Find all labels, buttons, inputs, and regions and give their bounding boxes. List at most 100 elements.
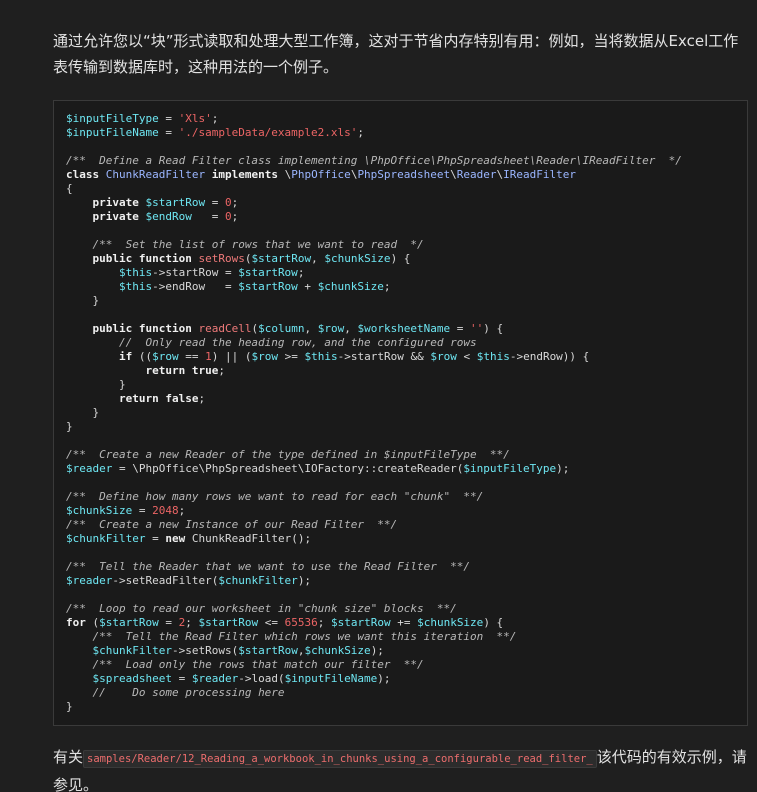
code-listing[interactable]: $inputFileType = 'Xls'; $inputFileName = … <box>66 112 735 714</box>
code-token: public <box>92 322 133 335</box>
code-token: 1 <box>205 350 212 363</box>
code-token: /** Tell the Read Filter which rows we w… <box>92 630 517 643</box>
code-token: true <box>191 364 219 377</box>
code-token: 65536 <box>284 616 318 629</box>
code-token: , <box>344 322 358 335</box>
code-line: /** Define a Read Filter class implement… <box>66 154 735 168</box>
code-line: // Do some processing here <box>66 686 735 700</box>
code-line: return true; <box>66 364 735 378</box>
code-token: ) || ( <box>211 350 252 363</box>
code-token: } <box>66 420 73 433</box>
code-token: = <box>158 616 179 629</box>
code-line: $inputFileName = './sampleData/example2.… <box>66 126 735 140</box>
sample-path-code[interactable]: samples/Reader/12_Reading_a_workbook_in_… <box>83 750 597 768</box>
code-token: ; <box>185 616 199 629</box>
code-line: class ChunkReadFilter implements \PhpOff… <box>66 168 735 182</box>
code-token: readCell <box>198 322 252 335</box>
code-token: ; <box>231 196 239 209</box>
code-line: { <box>66 182 735 196</box>
intro-paragraph: 通过允许您以“块”形式读取和处理大型工作簿，这对于节省内存特别有用：例如，当将数… <box>53 32 739 76</box>
reference-paragraph: 有关 samples/Reader/12_Reading_a_workbook_i… <box>53 744 748 792</box>
code-token: } <box>66 378 126 391</box>
code-token: ; <box>357 126 365 139</box>
code-token: $startRow <box>145 196 206 209</box>
code-line: } <box>66 294 735 308</box>
code-line: /** Create a new Instance of our Read Fi… <box>66 518 735 532</box>
code-token: return <box>145 364 186 377</box>
code-token: \ <box>277 168 292 181</box>
code-line: $spreadsheet = $reader->load($inputFileN… <box>66 672 735 686</box>
reference-text-before: 有关 <box>53 748 84 766</box>
code-token: = <box>158 112 179 125</box>
code-token: $startRow <box>198 616 259 629</box>
code-token: $inputFileType <box>66 112 159 125</box>
code-token: /** Set the list of rows that we want to… <box>92 238 424 251</box>
code-token: ) { <box>483 322 504 335</box>
code-token: = <box>158 126 179 139</box>
code-line: $this->endRow = $startRow + $chunkSize; <box>66 280 735 294</box>
code-token: $row <box>251 350 278 363</box>
code-token: $chunkSize <box>417 616 484 629</box>
code-token: ->endRow = <box>152 280 239 293</box>
code-token: private <box>92 196 139 209</box>
code-token: $row <box>430 350 457 363</box>
code-token: /** Create a new Reader of the type defi… <box>66 448 510 461</box>
code-token: ); <box>370 644 384 657</box>
code-token: PhpSpreadsheet <box>357 168 451 181</box>
code-token: // Only read the heading row, and the co… <box>118 336 477 349</box>
code-token: $reader <box>66 574 113 587</box>
code-line: private $startRow = 0; <box>66 196 735 210</box>
code-token: $chunkSize <box>317 280 384 293</box>
code-line: $reader = \PhpOffice\PhpSpreadsheet\IOFa… <box>66 462 735 476</box>
code-token: $column <box>258 322 305 335</box>
code-token: $inputFileType <box>463 462 557 475</box>
code-line: $chunkFilter->setRows($startRow,$chunkSi… <box>66 644 735 658</box>
code-token: if <box>118 350 133 363</box>
code-line: for ($startRow = 2; $startRow <= 65536; … <box>66 616 735 630</box>
code-token: ->load( <box>238 672 285 685</box>
code-token: \ <box>450 168 457 181</box>
code-token: $chunkSize <box>304 644 371 657</box>
code-token: $startRow <box>330 616 391 629</box>
code-block[interactable]: $inputFileType = 'Xls'; $inputFileName = … <box>53 100 748 726</box>
code-token: PhpOffice <box>291 168 351 181</box>
code-token: './sampleData/example2.xls' <box>178 126 358 139</box>
code-token: $this <box>118 280 153 293</box>
code-token: $chunkFilter <box>218 574 298 587</box>
code-token: IReadFilter <box>503 168 577 181</box>
code-line: public function setRows($startRow, $chun… <box>66 252 735 266</box>
code-line: /** Tell the Reader that we want to use … <box>66 560 735 574</box>
code-token: /** Define a Read Filter class implement… <box>66 154 682 167</box>
code-token: ; <box>231 210 239 223</box>
code-line: /** Create a new Reader of the type defi… <box>66 448 735 462</box>
code-token: $inputFileName <box>66 126 159 139</box>
code-token: += <box>390 616 418 629</box>
code-token: } <box>66 406 100 419</box>
code-line: private $endRow = 0; <box>66 210 735 224</box>
code-line: $this->startRow = $startRow; <box>66 266 735 280</box>
code-token: ; <box>218 364 225 377</box>
code-token: ->setReadFilter( <box>112 574 219 587</box>
code-token: ; <box>383 280 391 293</box>
code-token: ) { <box>483 616 504 629</box>
code-token: implements <box>211 168 278 181</box>
code-token: for <box>66 616 86 629</box>
code-token: ); <box>556 462 570 475</box>
code-token: } <box>66 700 73 713</box>
code-token: $endRow <box>145 210 192 223</box>
code-token: ( <box>85 616 100 629</box>
code-line: $inputFileType = 'Xls'; <box>66 112 735 126</box>
code-token: ->startRow = <box>152 266 239 279</box>
code-token: /** Define how many rows we want to read… <box>66 490 484 503</box>
code-token: ; <box>297 266 305 279</box>
